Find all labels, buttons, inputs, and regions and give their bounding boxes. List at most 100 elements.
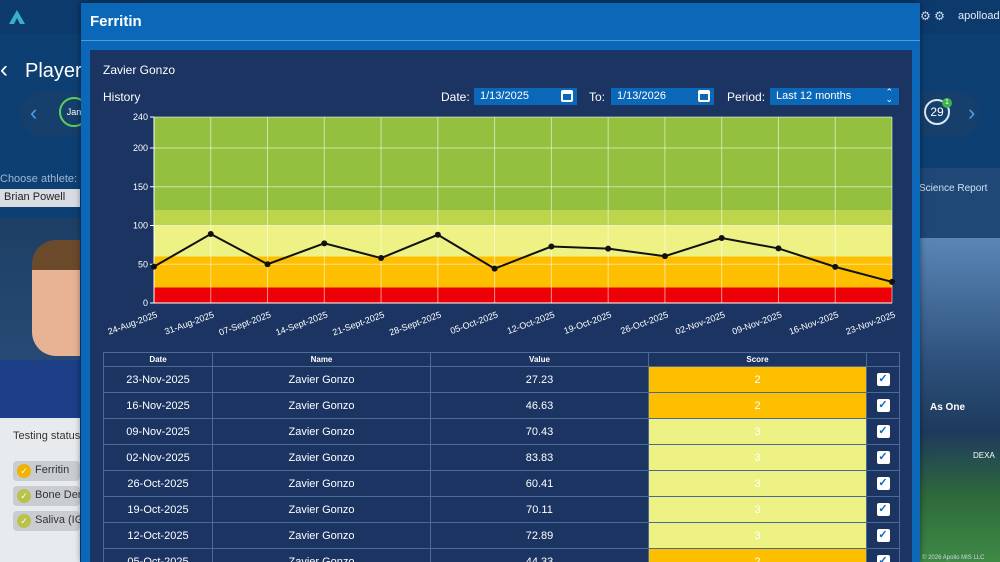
row-checkbox-cell: ✓	[866, 496, 900, 523]
cell-name: Zavier Gonzo	[212, 548, 431, 562]
chart-xtick-label: 12-Oct-2025	[506, 309, 556, 336]
cell-date: 23-Nov-2025	[103, 366, 213, 393]
row-checkbox-cell: ✓	[866, 418, 900, 445]
user-menu[interactable]: apolloadmi	[958, 10, 1000, 22]
table-row[interactable]: 16-Nov-2025 Zavier Gonzo 46.63 2 ✓	[103, 392, 900, 419]
table-row[interactable]: 19-Oct-2025 Zavier Gonzo 70.11 3 ✓	[103, 496, 900, 523]
app-logo-icon[interactable]	[8, 9, 26, 25]
cell-score: 3	[648, 496, 867, 523]
chart-data-point	[718, 235, 725, 242]
row-checkbox-cell: ✓	[866, 548, 900, 562]
column-header-value[interactable]: Value	[430, 352, 649, 367]
cell-score: 2	[648, 548, 867, 562]
page-title: Player	[25, 60, 82, 82]
row-checkbox-cell: ✓	[866, 470, 900, 497]
chart-ytick-label: 0	[143, 298, 148, 308]
dexa-label: DEXA	[973, 451, 995, 460]
cell-score: 3	[648, 418, 867, 445]
strip-next-chevron-icon[interactable]: ›	[968, 100, 975, 126]
column-header-select	[866, 352, 900, 367]
cell-name: Zavier Gonzo	[212, 444, 431, 471]
column-header-date[interactable]: Date	[103, 352, 213, 367]
table-row[interactable]: 23-Nov-2025 Zavier Gonzo 27.23 2 ✓	[103, 366, 900, 393]
test-item-bone-density[interactable]: ✓ Bone Den	[13, 486, 80, 506]
chart-xtick-label: 02-Nov-2025	[674, 309, 726, 336]
stadium-image	[920, 238, 1000, 562]
cell-name: Zavier Gonzo	[212, 392, 431, 419]
row-checkbox[interactable]: ✓	[876, 529, 890, 542]
chart-xtick-label: 09-Nov-2025	[731, 309, 783, 336]
row-checkbox[interactable]: ✓	[876, 451, 890, 464]
column-header-score[interactable]: Score	[648, 352, 867, 367]
test-item-saliva[interactable]: ✓ Saliva (IG	[13, 511, 80, 531]
chart-xtick-label: 14-Sept-2025	[274, 309, 329, 337]
table-row[interactable]: 12-Oct-2025 Zavier Gonzo 72.89 3 ✓	[103, 522, 900, 549]
chart-data-point	[378, 255, 385, 262]
chart-ytick-label: 50	[138, 259, 148, 269]
chart-data-point	[491, 265, 498, 272]
cell-score: 2	[648, 392, 867, 419]
cell-score: 3	[648, 444, 867, 471]
report-panel	[920, 168, 1000, 238]
cell-value: 44.33	[430, 548, 649, 562]
chart-xtick-label: 19-Oct-2025	[562, 309, 612, 336]
cell-score: 3	[648, 470, 867, 497]
day-badge: 1	[942, 98, 952, 108]
cell-name: Zavier Gonzo	[212, 470, 431, 497]
row-checkbox-cell: ✓	[866, 444, 900, 471]
row-checkbox[interactable]: ✓	[876, 425, 890, 438]
table-row[interactable]: 05-Oct-2025 Zavier Gonzo 44.33 2 ✓	[103, 548, 900, 562]
check-icon: ✓	[17, 464, 31, 478]
athlete-select[interactable]: Brian Powell	[0, 189, 80, 207]
column-header-name[interactable]: Name	[212, 352, 431, 367]
back-chevron-icon[interactable]: ‹	[0, 56, 8, 84]
cell-date: 02-Nov-2025	[103, 444, 213, 471]
row-checkbox-cell: ✓	[866, 522, 900, 549]
athlete-shirt	[0, 360, 80, 418]
chart-ytick-label: 200	[133, 143, 148, 153]
chart-band	[154, 225, 892, 257]
chart-xtick-label: 23-Nov-2025	[844, 309, 896, 336]
row-checkbox[interactable]: ✓	[876, 477, 890, 490]
chart-data-point	[605, 245, 612, 252]
settings-icon[interactable]: ⚙ ⚙	[920, 9, 945, 23]
chart-band	[154, 287, 892, 303]
row-checkbox[interactable]: ✓	[876, 503, 890, 516]
table-row[interactable]: 02-Nov-2025 Zavier Gonzo 83.83 3 ✓	[103, 444, 900, 471]
copyright: © 2026 Apollo MIS LLC	[922, 555, 985, 561]
chart-xtick-label: 28-Sept-2025	[388, 309, 443, 337]
cell-name: Zavier Gonzo	[212, 418, 431, 445]
history-table: Date Name Value Score 23-Nov-2025 Zavier …	[103, 352, 900, 562]
ferritin-modal: Ferritin Zavier Gonzo History Date: 1/13…	[81, 3, 920, 562]
strip-prev-chevron-icon[interactable]: ‹	[30, 100, 37, 126]
row-checkbox-cell: ✓	[866, 392, 900, 419]
cell-date: 12-Oct-2025	[103, 522, 213, 549]
chart-xtick-label: 05-Oct-2025	[449, 309, 499, 336]
chart-xtick-label: 21-Sept-2025	[331, 309, 386, 337]
row-checkbox[interactable]: ✓	[876, 373, 890, 386]
row-checkbox[interactable]: ✓	[876, 399, 890, 412]
table-row[interactable]: 09-Nov-2025 Zavier Gonzo 70.43 3 ✓	[103, 418, 900, 445]
cell-value: 70.11	[430, 496, 649, 523]
chart-band	[154, 256, 892, 288]
chart-xtick-label: 26-Oct-2025	[619, 309, 669, 336]
table-row[interactable]: 26-Oct-2025 Zavier Gonzo 60.41 3 ✓	[103, 470, 900, 497]
cell-value: 70.43	[430, 418, 649, 445]
cell-name: Zavier Gonzo	[212, 522, 431, 549]
row-checkbox[interactable]: ✓	[876, 555, 890, 562]
choose-athlete-label: Choose athlete:	[0, 173, 78, 185]
check-icon: ✓	[17, 514, 31, 528]
test-item-ferritin[interactable]: ✓ Ferritin	[13, 461, 80, 481]
chart-xtick-label: 31-Aug-2025	[163, 309, 215, 336]
science-report-link[interactable]: Science Report	[919, 183, 987, 194]
chart-data-point	[548, 243, 555, 250]
cell-value: 27.23	[430, 366, 649, 393]
cell-date: 26-Oct-2025	[103, 470, 213, 497]
chart-data-point	[151, 263, 157, 270]
cell-date: 19-Oct-2025	[103, 496, 213, 523]
chart-data-point	[775, 245, 782, 252]
chart-band	[154, 117, 892, 210]
chart-ytick-label: 100	[133, 221, 148, 231]
chart-data-point	[661, 253, 668, 260]
cell-date: 09-Nov-2025	[103, 418, 213, 445]
